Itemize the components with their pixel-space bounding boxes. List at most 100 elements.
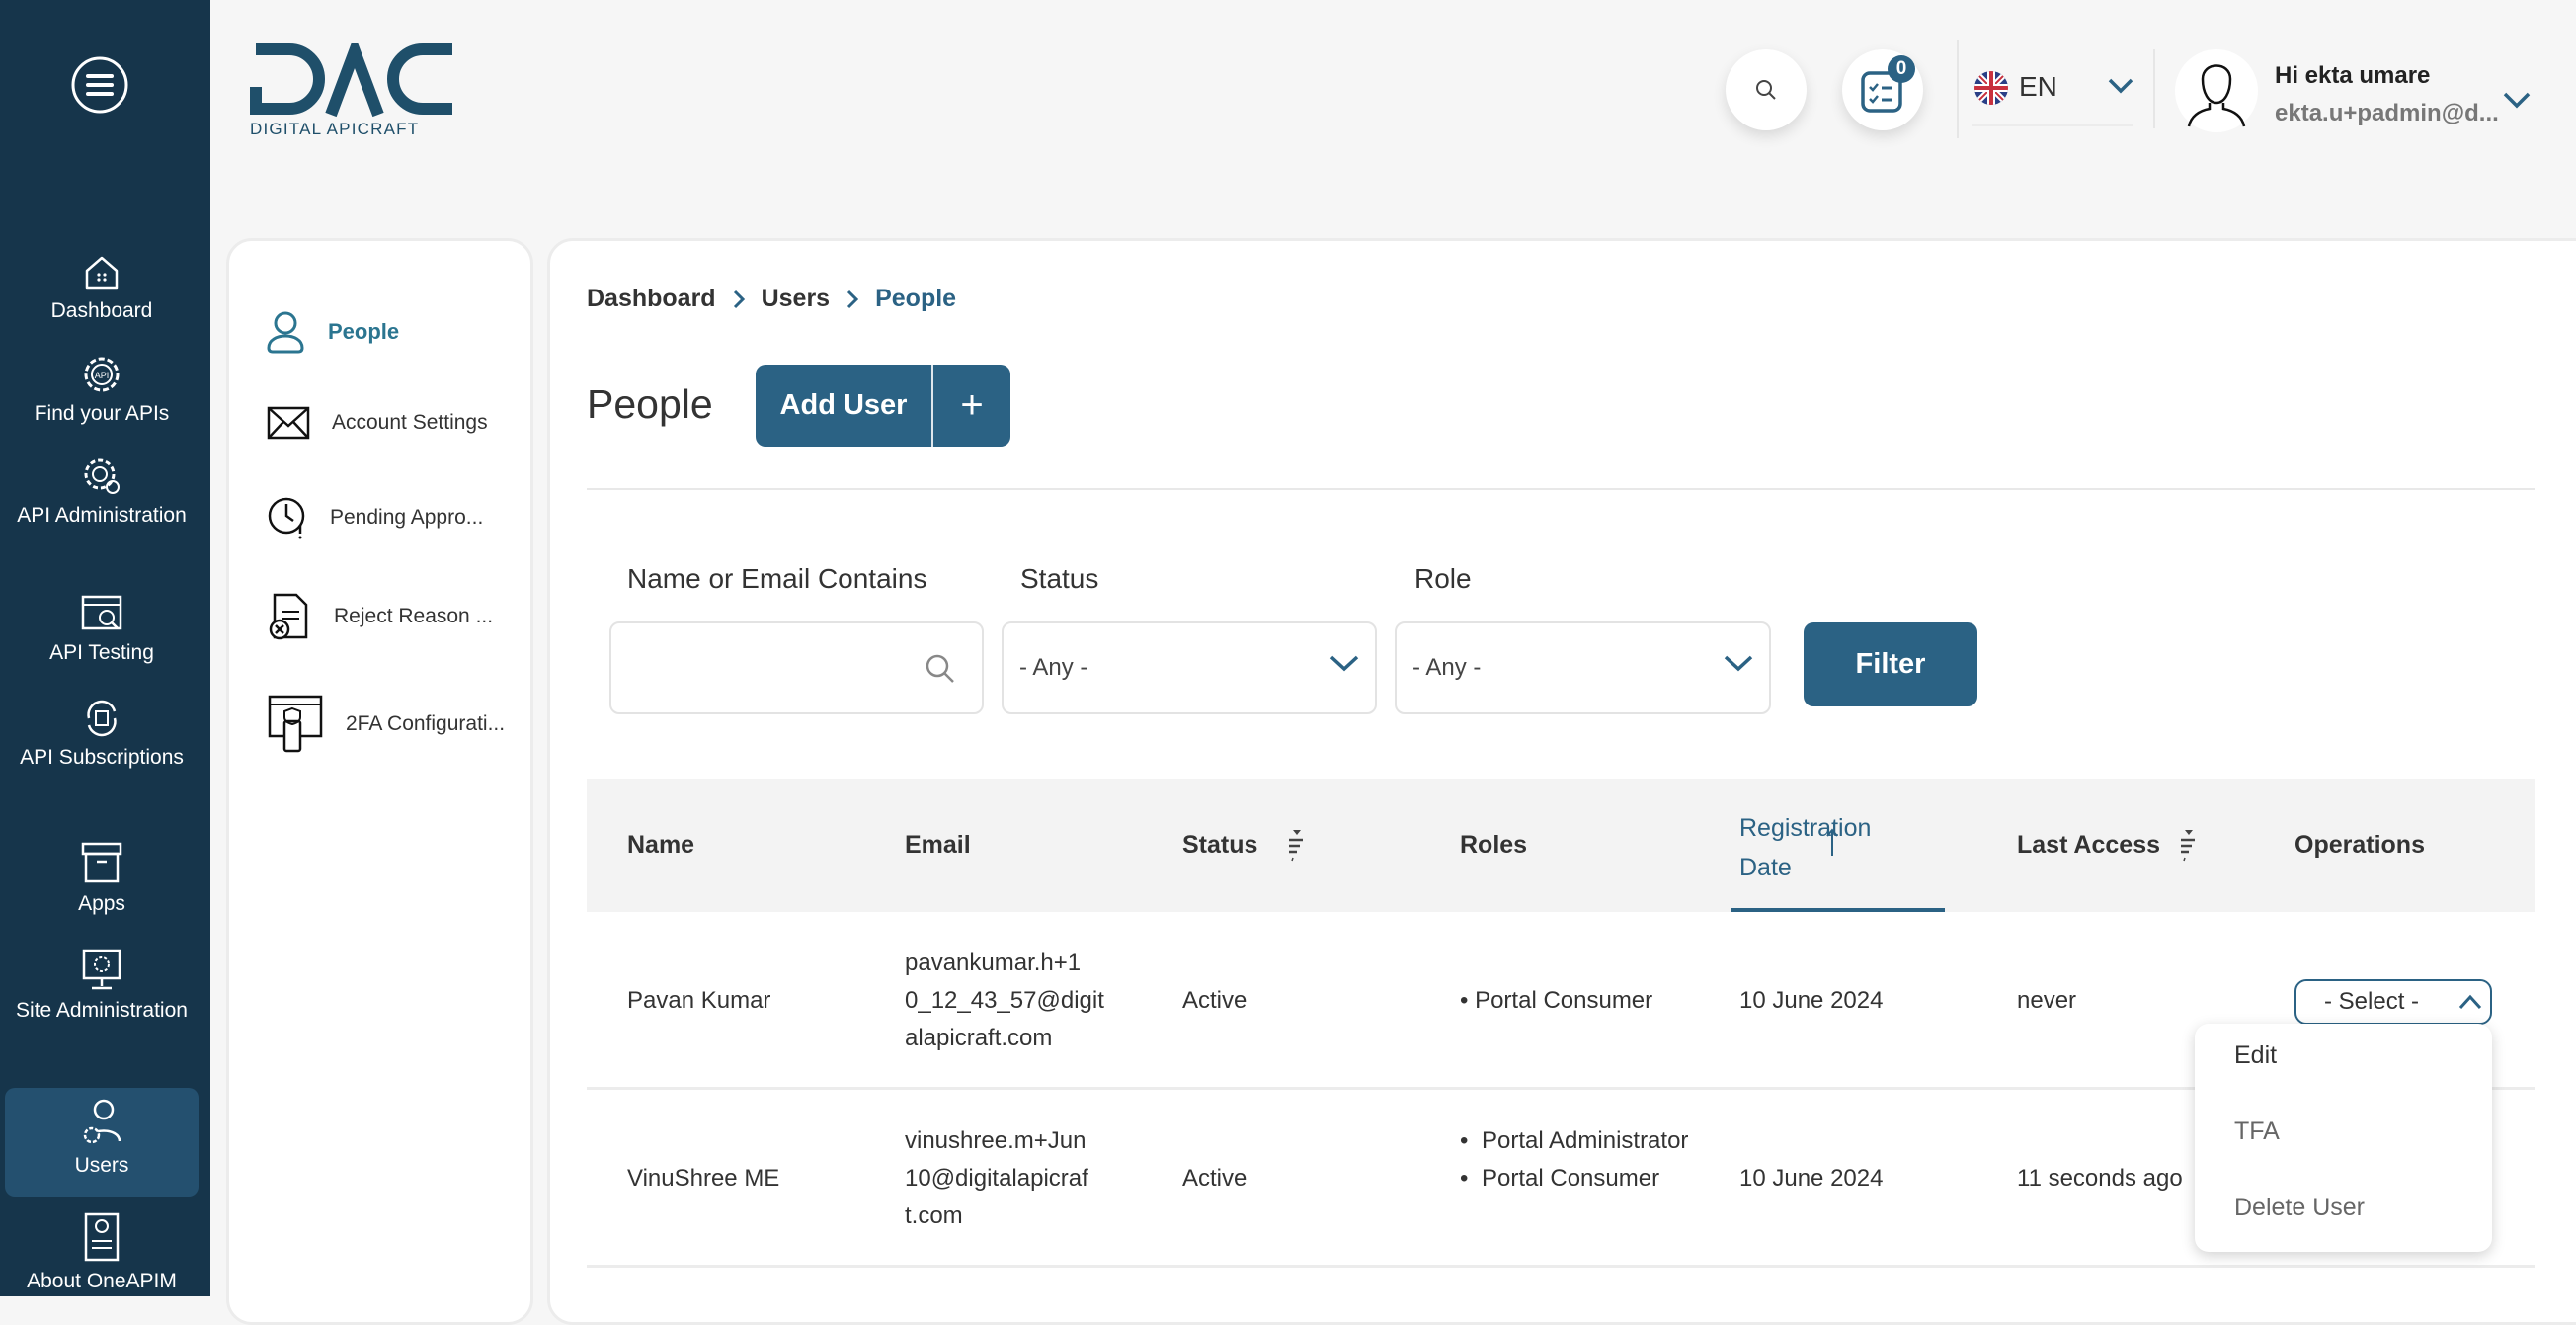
table-header: [587, 779, 2535, 912]
cell-last-access: never: [2017, 987, 2077, 1014]
role-select[interactable]: - Any -: [1395, 621, 1771, 714]
column-header-roles: Roles: [1460, 831, 1528, 859]
column-header-operations: Operations: [2294, 831, 2425, 859]
api-subscriptions-icon: [87, 700, 117, 737]
role-item: • Portal Consumer: [1460, 987, 1653, 1014]
subnav-item-account-settings[interactable]: Account Settings: [267, 406, 488, 440]
name-filter-label: Name or Email Contains: [627, 563, 927, 594]
subnav-item-pending-approvals[interactable]: Pending Appro...: [267, 496, 483, 539]
cell-status: Active: [1182, 1165, 1248, 1192]
role-label: Portal Consumer: [1482, 1165, 1660, 1192]
chevron-down-icon: [1329, 655, 1359, 672]
api-gear-icon: API: [84, 357, 120, 392]
user-email: ekta.u+padmin@d...: [2275, 100, 2499, 126]
sidebar-item-label: API Testing: [49, 641, 154, 664]
sidebar-item-label: About OneAPIM: [27, 1270, 177, 1292]
role-item: • Portal Consumer: [1460, 1160, 1697, 1198]
user-menu-chevron-icon[interactable]: [2503, 91, 2531, 111]
tasks-button[interactable]: 0: [1842, 49, 1923, 130]
subnav-label: 2FA Configurati...: [346, 712, 506, 735]
sort-icon[interactable]: [1286, 828, 1306, 864]
sidebar-item-label: API Administration: [17, 504, 187, 527]
operations-select[interactable]: - Select -: [2294, 979, 2492, 1025]
chevron-right-icon: [733, 290, 745, 308]
about-icon: [84, 1212, 120, 1262]
dac-logo[interactable]: DIGITAL APICRAFT: [250, 34, 457, 143]
search-icon: [926, 654, 954, 683]
cell-email: vinushree.m+Jun 10@digitalapicraf t.com: [905, 1122, 1088, 1235]
cell-status: Active: [1182, 987, 1248, 1014]
sidebar-item-site-administration[interactable]: Site Administration: [5, 947, 199, 1030]
tasks-badge: 0: [1888, 55, 1915, 83]
search-button[interactable]: [1726, 49, 1807, 130]
cell-name: VinuShree ME: [627, 1165, 780, 1192]
filter-button[interactable]: Filter: [1804, 622, 1977, 706]
chevron-up-icon: [2458, 994, 2482, 1010]
two-factor-device-icon: [268, 695, 323, 753]
subnav-item-people[interactable]: People: [265, 310, 399, 354]
column-header-last-access[interactable]: Last Access: [2017, 831, 2160, 860]
chevron-down-icon: [2108, 78, 2133, 94]
sidebar: Dashboard API Find your APIs API Adminis…: [0, 0, 210, 1296]
avatar[interactable]: [2175, 49, 2258, 132]
language-label: EN: [2019, 71, 2057, 102]
subnav-item-2fa-configuration[interactable]: 2FA Configurati...: [267, 694, 505, 755]
status-select[interactable]: - Any -: [1002, 621, 1377, 714]
sidebar-item-label: Users: [74, 1154, 129, 1177]
column-header-name: Name: [627, 831, 695, 859]
menu-item-edit[interactable]: Edit: [2234, 1041, 2277, 1070]
cell-email: pavankumar.h+1 0_12_43_57@digit alapicra…: [905, 945, 1104, 1057]
sidebar-item-dashboard[interactable]: Dashboard: [5, 253, 199, 330]
subnav-label: Reject Reason ...: [334, 605, 494, 627]
sidebar-item-api-testing[interactable]: API Testing: [5, 593, 199, 672]
logo-subtitle: DIGITAL APICRAFT: [250, 120, 419, 138]
chevron-right-icon: [847, 290, 859, 308]
add-user-label: Add User: [779, 389, 908, 421]
sort-icon[interactable]: [2178, 828, 2198, 864]
home-icon: [85, 256, 119, 290]
breadcrumb-users[interactable]: Users: [762, 285, 831, 313]
sidebar-item-apps[interactable]: Apps: [5, 840, 199, 923]
sidebar-item-label: Site Administration: [16, 999, 188, 1022]
menu-item-delete-user[interactable]: Delete User: [2234, 1194, 2365, 1222]
column-header-status[interactable]: Status: [1182, 831, 1257, 860]
cell-roles: • Portal Administrator • Portal Consumer: [1460, 1122, 1697, 1198]
email-line: pavankumar.h+1: [905, 950, 1082, 976]
email-line: t.com: [905, 1202, 963, 1229]
users-subnav: People Account Settings Pending Appro...…: [226, 238, 533, 1325]
email-line: 10@digitalapicraf: [905, 1165, 1088, 1192]
name-email-input[interactable]: [609, 621, 984, 714]
operations-menu: Edit TFA Delete User: [2195, 1024, 2492, 1252]
menu-item-tfa[interactable]: TFA: [2234, 1118, 2280, 1146]
language-select[interactable]: EN: [1972, 59, 2133, 126]
breadcrumb: Dashboard Users People: [587, 285, 956, 313]
operations-select-value: - Select -: [2324, 988, 2420, 1015]
user-greeting: Hi ekta umare: [2275, 62, 2431, 89]
sidebar-item-api-administration[interactable]: API Administration: [5, 455, 199, 535]
subnav-item-reject-reason[interactable]: Reject Reason ...: [267, 592, 493, 641]
sidebar-item-find-apis[interactable]: API Find your APIs: [5, 354, 199, 433]
person-icon: [267, 311, 304, 354]
sidebar-item-label: Find your APIs: [34, 402, 170, 425]
status-filter-label: Status: [1020, 563, 1099, 594]
sidebar-item-users[interactable]: Users: [5, 1088, 199, 1197]
role-label: Portal Administrator: [1482, 1127, 1689, 1154]
search-icon: [1756, 80, 1776, 100]
breadcrumb-dashboard[interactable]: Dashboard: [587, 285, 716, 313]
sidebar-item-about[interactable]: About OneAPIM: [5, 1211, 199, 1300]
subnav-label: Account Settings: [332, 411, 488, 434]
subnav-label: Pending Appro...: [330, 506, 484, 529]
sidebar-item-api-subscriptions[interactable]: API Subscriptions: [5, 698, 199, 777]
cell-registration-date: 10 June 2024: [1739, 1165, 1884, 1192]
divider: [931, 365, 933, 447]
email-line: alapicraft.com: [905, 1025, 1053, 1051]
hamburger-menu-icon[interactable]: [70, 55, 129, 120]
sidebar-item-label: Dashboard: [50, 299, 153, 322]
column-header-registration-date[interactable]: Registration Date: [1739, 808, 1907, 887]
clock-alert-icon: [268, 497, 305, 539]
add-user-button[interactable]: Add User +: [756, 365, 1010, 447]
email-line: 0_12_43_57@digit: [905, 987, 1104, 1014]
api-testing-icon: [81, 595, 122, 630]
divider: [1957, 40, 1959, 138]
uk-flag-icon: [1974, 71, 2008, 105]
